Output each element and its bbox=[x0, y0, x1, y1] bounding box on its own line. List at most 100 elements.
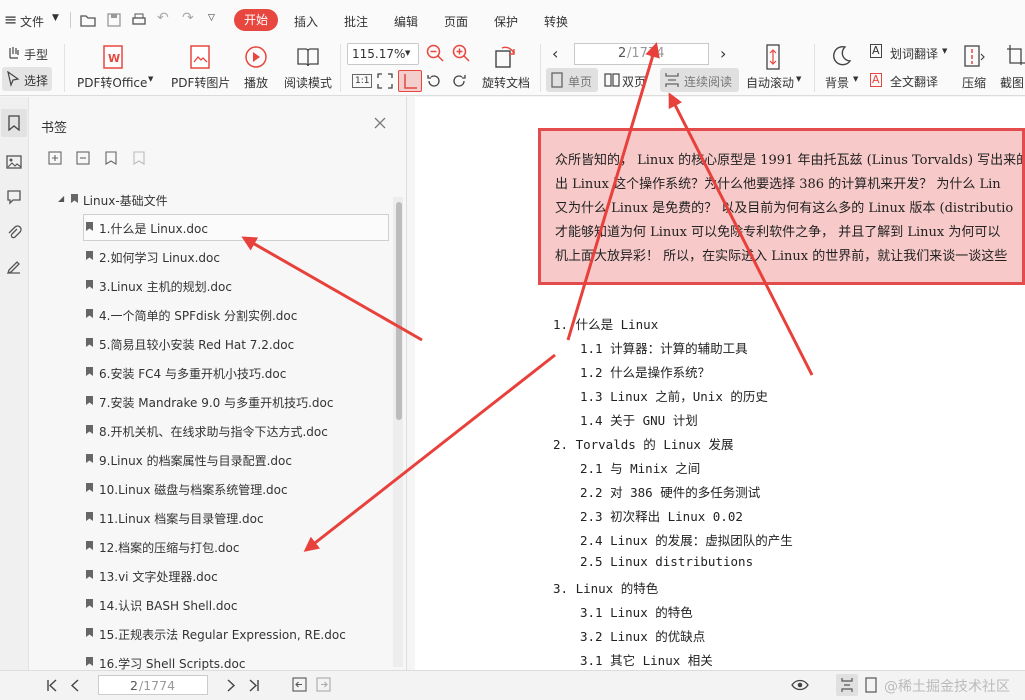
delete-bookmark-icon[interactable] bbox=[132, 151, 146, 165]
eye-icon[interactable] bbox=[791, 678, 809, 692]
tab-convert[interactable]: 转换 bbox=[544, 13, 568, 30]
bookmark-item[interactable]: 7.安装 Mandrake 9.0 与多重开机技巧.doc bbox=[85, 389, 385, 415]
toc-entry[interactable]: 1.1 计算器：计算的辅助工具 bbox=[580, 338, 748, 357]
chevron-down-icon[interactable]: ▼ bbox=[52, 13, 59, 23]
single-view-icon[interactable] bbox=[864, 677, 878, 693]
toc-entry[interactable]: 1.2 什么是操作系统？ bbox=[580, 362, 710, 381]
bookmark-item[interactable]: 12.档案的压缩与打包.doc bbox=[85, 534, 385, 560]
menu-icon[interactable]: ≡ bbox=[4, 10, 17, 29]
bookmark-icon bbox=[86, 483, 93, 492]
compress-button[interactable]: 压缩 bbox=[962, 74, 986, 91]
hand-tool[interactable]: 手型 bbox=[24, 46, 48, 63]
next-page-icon[interactable]: › bbox=[720, 44, 726, 63]
file-menu[interactable]: 文件 bbox=[20, 13, 44, 30]
toc-entry[interactable]: 2. Torvalds 的 Linux 发展 bbox=[553, 434, 734, 453]
scrollbar-thumb[interactable] bbox=[396, 202, 402, 420]
bookmark-item[interactable]: 15.正规表示法 Regular Expression, RE.doc bbox=[85, 621, 385, 647]
first-page-icon[interactable] bbox=[46, 679, 58, 692]
bookmark-item-label: 5.简易且较小安装 Red Hat 7.2.doc bbox=[99, 338, 295, 352]
print-icon[interactable] bbox=[131, 12, 147, 28]
tab-protect[interactable]: 保护 bbox=[494, 13, 518, 30]
bookmark-item[interactable]: 14.认识 BASH Shell.doc bbox=[85, 592, 385, 618]
signature-icon[interactable] bbox=[6, 259, 22, 275]
toc-entry[interactable]: 1. 什么是 Linux bbox=[553, 314, 658, 333]
tab-start[interactable]: 开始 bbox=[234, 9, 278, 31]
expand-all-icon[interactable] bbox=[48, 151, 62, 165]
single-page-label: 单页 bbox=[568, 75, 593, 89]
bookmark-item[interactable]: 6.安装 FC4 与多重开机小技巧.doc bbox=[85, 360, 385, 386]
actual-size-button[interactable]: 1:1 bbox=[352, 74, 373, 88]
pdf-to-image-button[interactable]: PDF转图片 bbox=[171, 74, 230, 91]
add-bookmark-icon[interactable] bbox=[104, 151, 118, 165]
bookmark-item[interactable]: 4.一个简单的 SPFdisk 分割实例.doc bbox=[85, 302, 385, 328]
tree-expand-icon[interactable]: ◢ bbox=[58, 194, 64, 203]
chevron-down-icon[interactable]: ▼ bbox=[796, 75, 801, 83]
toc-entry[interactable]: 3. Linux 的特色 bbox=[553, 578, 658, 597]
comment-icon[interactable] bbox=[6, 189, 22, 205]
bookmark-item[interactable]: 10.Linux 磁盘与档案系统管理.doc bbox=[85, 476, 385, 502]
bookmark-item[interactable]: 11.Linux 档案与目录管理.doc bbox=[85, 505, 385, 531]
bookmark-item[interactable]: 8.开机关机、在线求助与指令下达方式.doc bbox=[85, 418, 385, 444]
next-page-icon[interactable] bbox=[224, 679, 236, 692]
tab-insert[interactable]: 插入 bbox=[294, 13, 318, 30]
read-mode-icon bbox=[297, 48, 319, 67]
chevron-down-icon[interactable]: ▼ bbox=[853, 75, 858, 83]
toc-entry[interactable]: 2.3 初次释出 Linux 0.02 bbox=[580, 506, 743, 525]
bookmark-item[interactable]: 5.简易且较小安装 Red Hat 7.2.doc bbox=[85, 331, 385, 357]
save-icon[interactable] bbox=[106, 12, 122, 28]
read-mode-button[interactable]: 阅读模式 bbox=[284, 74, 332, 91]
toc-entry[interactable]: 1.3 Linux 之前，Unix 的历史 bbox=[580, 386, 768, 405]
previous-page-icon[interactable]: ‹ bbox=[552, 44, 558, 63]
bookmark-item[interactable]: 1.什么是 Linux.doc bbox=[85, 215, 385, 241]
bookmark-item[interactable]: 2.如何学习 Linux.doc bbox=[85, 244, 385, 270]
undo-icon[interactable]: ↶ bbox=[157, 10, 169, 26]
bookmark-item[interactable]: 9.Linux 的档案属性与目录配置.doc bbox=[85, 447, 385, 473]
full-translate-button[interactable]: 全文翻译 bbox=[890, 73, 938, 90]
tab-page[interactable]: 页面 bbox=[444, 13, 468, 30]
bookmark-icon bbox=[86, 599, 93, 608]
bookmark-root[interactable]: Linux-基础文件 bbox=[83, 192, 168, 209]
chevron-down-icon[interactable]: ▼ bbox=[148, 75, 153, 83]
forward-icon[interactable] bbox=[316, 677, 331, 692]
zoom-in-icon[interactable] bbox=[452, 44, 470, 62]
auto-scroll-button[interactable]: 自动滚动 bbox=[746, 74, 794, 91]
pdf-to-office-button[interactable]: PDF转Office bbox=[77, 74, 147, 91]
chevron-down-icon[interactable]: ▼ bbox=[942, 47, 947, 55]
toc-entry[interactable]: 3.2 Linux 的优缺点 bbox=[580, 626, 705, 645]
rotate-document-button[interactable]: 旋转文档 bbox=[482, 74, 530, 91]
toc-entry[interactable]: 3.1 其它 Linux 相关 bbox=[580, 650, 713, 669]
bookmark-item[interactable]: 13.vi 文字处理器.doc bbox=[85, 563, 385, 589]
toc-entry[interactable]: 2.1 与 Minix 之间 bbox=[580, 458, 700, 477]
collapse-all-icon[interactable] bbox=[76, 151, 90, 165]
double-page-button[interactable]: 双页 bbox=[622, 73, 646, 90]
toc-entry[interactable]: 3.1 Linux 的特色 bbox=[580, 602, 693, 621]
screenshot-button[interactable]: 截图 bbox=[1000, 74, 1024, 91]
thumbnail-icon[interactable] bbox=[6, 154, 22, 170]
tab-annotate[interactable]: 批注 bbox=[344, 13, 368, 30]
bookmark-icon bbox=[86, 454, 93, 463]
tab-edit[interactable]: 编辑 bbox=[394, 13, 418, 30]
chevron-down-icon[interactable]: ▼ bbox=[405, 49, 410, 57]
bookmark-item[interactable]: 16.学习 Shell Scripts.doc bbox=[85, 650, 385, 670]
play-button[interactable]: 播放 bbox=[244, 74, 268, 91]
fit-page-icon[interactable] bbox=[377, 73, 393, 89]
intro-line: 机上面大放异彩！ 所以，在实际进入 Linux 的世界前，就让我们来谈一谈这些 bbox=[555, 249, 1008, 264]
toc-entry[interactable]: 2.4 Linux 的发展：虚拟团队的产生 bbox=[580, 530, 793, 549]
zoom-out-icon[interactable] bbox=[426, 44, 444, 62]
attachment-icon[interactable] bbox=[6, 224, 22, 240]
rotate-right-icon[interactable] bbox=[451, 73, 467, 89]
background-button[interactable]: 背景 bbox=[825, 74, 849, 91]
word-translate-button[interactable]: 划词翻译 bbox=[890, 45, 938, 62]
toc-entry[interactable]: 1.4 关于 GNU 计划 bbox=[580, 410, 698, 429]
rotate-left-icon[interactable] bbox=[426, 73, 442, 89]
open-folder-icon[interactable] bbox=[80, 12, 96, 28]
close-icon[interactable] bbox=[374, 117, 386, 129]
toc-entry[interactable]: 2.2 对 386 硬件的多任务测试 bbox=[580, 482, 760, 501]
bookmark-item[interactable]: 3.Linux 主机的规划.doc bbox=[85, 273, 385, 299]
previous-page-icon[interactable] bbox=[70, 679, 82, 692]
back-icon[interactable] bbox=[292, 677, 307, 692]
toc-entry[interactable]: 2.5 Linux distributions bbox=[580, 554, 753, 569]
redo-icon[interactable]: ↷ bbox=[182, 10, 194, 26]
last-page-icon[interactable] bbox=[248, 679, 260, 692]
quick-access-more-icon[interactable]: ▽ bbox=[208, 13, 215, 23]
